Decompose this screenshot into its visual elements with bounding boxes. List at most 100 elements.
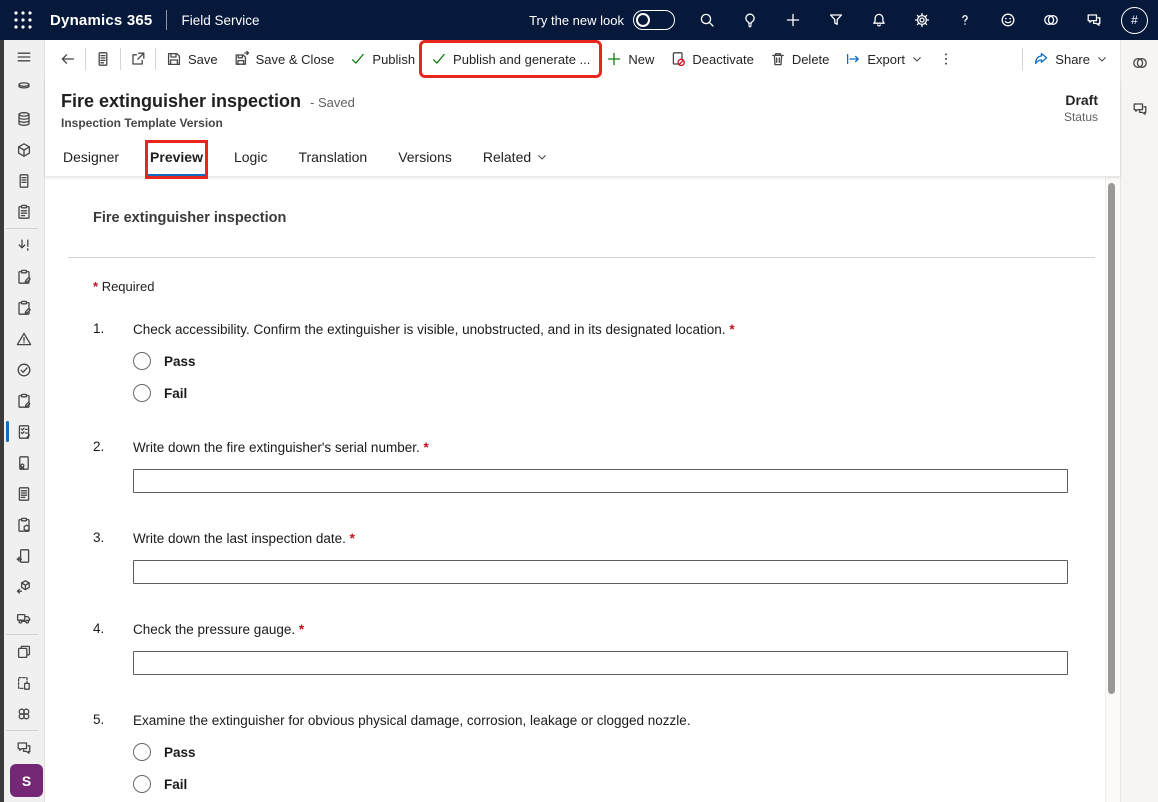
delete-button[interactable]: Delete [762, 44, 838, 74]
tab-versions[interactable]: Versions [396, 143, 454, 176]
sidebar-item-chat[interactable] [4, 732, 44, 763]
trash-icon [770, 51, 786, 67]
share-button[interactable]: Share [1025, 44, 1116, 74]
search-icon [699, 12, 715, 28]
clipedit-icon [16, 269, 32, 285]
sidebar-item-incident-types[interactable] [4, 323, 44, 354]
sidebar-item-assets[interactable] [4, 509, 44, 540]
right-rail [1120, 40, 1158, 802]
popout-button[interactable] [123, 44, 153, 74]
doclines-icon [16, 486, 32, 502]
question-text-content: Examine the extinguisher for obvious phy… [133, 713, 691, 728]
app-title[interactable]: Dynamics 365 [50, 12, 152, 29]
docreturn-icon [16, 548, 32, 564]
lightbulb-icon[interactable] [728, 0, 771, 40]
app-area-name[interactable]: Field Service [181, 13, 259, 28]
sidebar-item-data[interactable] [4, 103, 44, 134]
question-5-option-fail[interactable]: Fail [133, 775, 1068, 793]
export-icon [845, 51, 861, 67]
tab-logic[interactable]: Logic [232, 143, 269, 176]
sidebar-item-resolutions[interactable] [4, 354, 44, 385]
dotsv-icon [938, 51, 954, 67]
help-icon[interactable] [943, 0, 986, 40]
sidebar-item-connections[interactable] [4, 698, 44, 729]
sidebar-item-entities-partial[interactable] [4, 72, 44, 103]
copilot-icon[interactable] [1029, 0, 1072, 40]
environment-badge[interactable]: S [10, 764, 43, 797]
settings-gear-icon[interactable] [900, 0, 943, 40]
site-map-sidebar: S [0, 40, 45, 802]
question-text-content: Check accessibility. Confirm the extingu… [133, 322, 726, 337]
notifications-icon[interactable] [857, 0, 900, 40]
question-1-option-pass[interactable]: Pass [133, 352, 1068, 370]
save-and-close-button[interactable]: Save & Close [226, 44, 343, 74]
sidebar-item-returns[interactable] [4, 540, 44, 571]
radio-button[interactable] [133, 384, 151, 402]
sidebar-item-task-types[interactable] [4, 292, 44, 323]
sidebar-item-copy[interactable] [4, 636, 44, 667]
record-title: Fire extinguisher inspection [61, 91, 302, 111]
radio-button[interactable] [133, 743, 151, 761]
command-bar: Save Save & Close Publish Publish and gener… [45, 40, 1120, 78]
teams-chat-icon[interactable] [1072, 0, 1115, 40]
search-icon[interactable] [685, 0, 728, 40]
sidebar-item-fleet[interactable] [4, 602, 44, 633]
more-commands-button[interactable] [931, 44, 961, 74]
vertical-scrollbar-thumb[interactable] [1108, 183, 1115, 694]
new-look-toggle[interactable] [633, 10, 675, 30]
sidebar-item-service-tasks[interactable] [4, 261, 44, 292]
tab-related[interactable]: Related [481, 143, 550, 176]
radio-button[interactable] [133, 352, 151, 370]
question-2-input[interactable] [133, 469, 1068, 493]
top-navigation-bar: Dynamics 365 Field Service Try the new l… [0, 0, 1158, 40]
export-button[interactable]: Export [837, 44, 931, 74]
sidebar-item-inspections[interactable] [4, 385, 44, 416]
radio-button[interactable] [133, 775, 151, 793]
sidebar-item-inspection-templates[interactable] [4, 416, 44, 447]
question-text: Write down the last inspection date. * [133, 530, 1068, 547]
sidebar-item-documents[interactable] [4, 165, 44, 196]
option-label: Fail [164, 385, 188, 401]
sidebar-item-rma[interactable] [4, 571, 44, 602]
user-avatar[interactable]: # [1121, 6, 1148, 34]
sidebar-menu-toggle[interactable] [4, 42, 44, 72]
deactivate-button[interactable]: Deactivate [662, 44, 761, 74]
question-5-option-pass[interactable]: Pass [133, 743, 1068, 761]
question-4-input[interactable] [133, 651, 1068, 675]
quick-create-icon[interactable] [771, 0, 814, 40]
comments-icon[interactable] [1125, 94, 1155, 124]
sidebar-item-certificates[interactable] [4, 447, 44, 478]
save-button-label: Save [188, 51, 218, 67]
sidebar-item-bookings[interactable] [4, 230, 44, 261]
form-summary-button[interactable] [88, 44, 118, 74]
feedback-smiley-icon[interactable] [986, 0, 1029, 40]
tab-translation[interactable]: Translation [296, 143, 369, 176]
copilot-icon[interactable] [1125, 48, 1155, 78]
question-3: 3. Write down the last inspection date. * [93, 530, 1068, 584]
sidebar-item-reports[interactable] [4, 478, 44, 509]
clipcube-icon [16, 517, 32, 533]
sidebar-group-divider [6, 730, 38, 731]
required-text: Required [101, 279, 155, 294]
settings-gear-icon [914, 12, 930, 28]
teams-chat-icon [1086, 12, 1102, 28]
publish-and-generate-button[interactable]: Publish and generate ... [419, 40, 603, 78]
question-text-content: Write down the fire extinguisher's seria… [133, 440, 420, 455]
back-button[interactable] [53, 44, 83, 74]
tab-preview[interactable]: Preview [145, 140, 208, 179]
saveclose-icon [234, 51, 250, 67]
sidebar-item-drafts[interactable] [4, 667, 44, 698]
sidebar-item-products[interactable] [4, 134, 44, 165]
question-3-input[interactable] [133, 560, 1068, 584]
publish-button[interactable]: Publish [342, 44, 423, 74]
filter-icon[interactable] [814, 0, 857, 40]
tab-designer[interactable]: Designer [61, 143, 121, 176]
form-title: Fire extinguisher inspection [93, 210, 287, 226]
save-button[interactable]: Save [158, 44, 226, 74]
question-1-option-fail[interactable]: Fail [133, 384, 1068, 402]
new-button[interactable]: New [598, 44, 662, 74]
tab-label: Related [482, 149, 532, 165]
sidebar-item-work-orders[interactable] [4, 196, 44, 227]
sidebar-group-divider [6, 634, 38, 635]
waffle-icon[interactable] [12, 9, 34, 31]
